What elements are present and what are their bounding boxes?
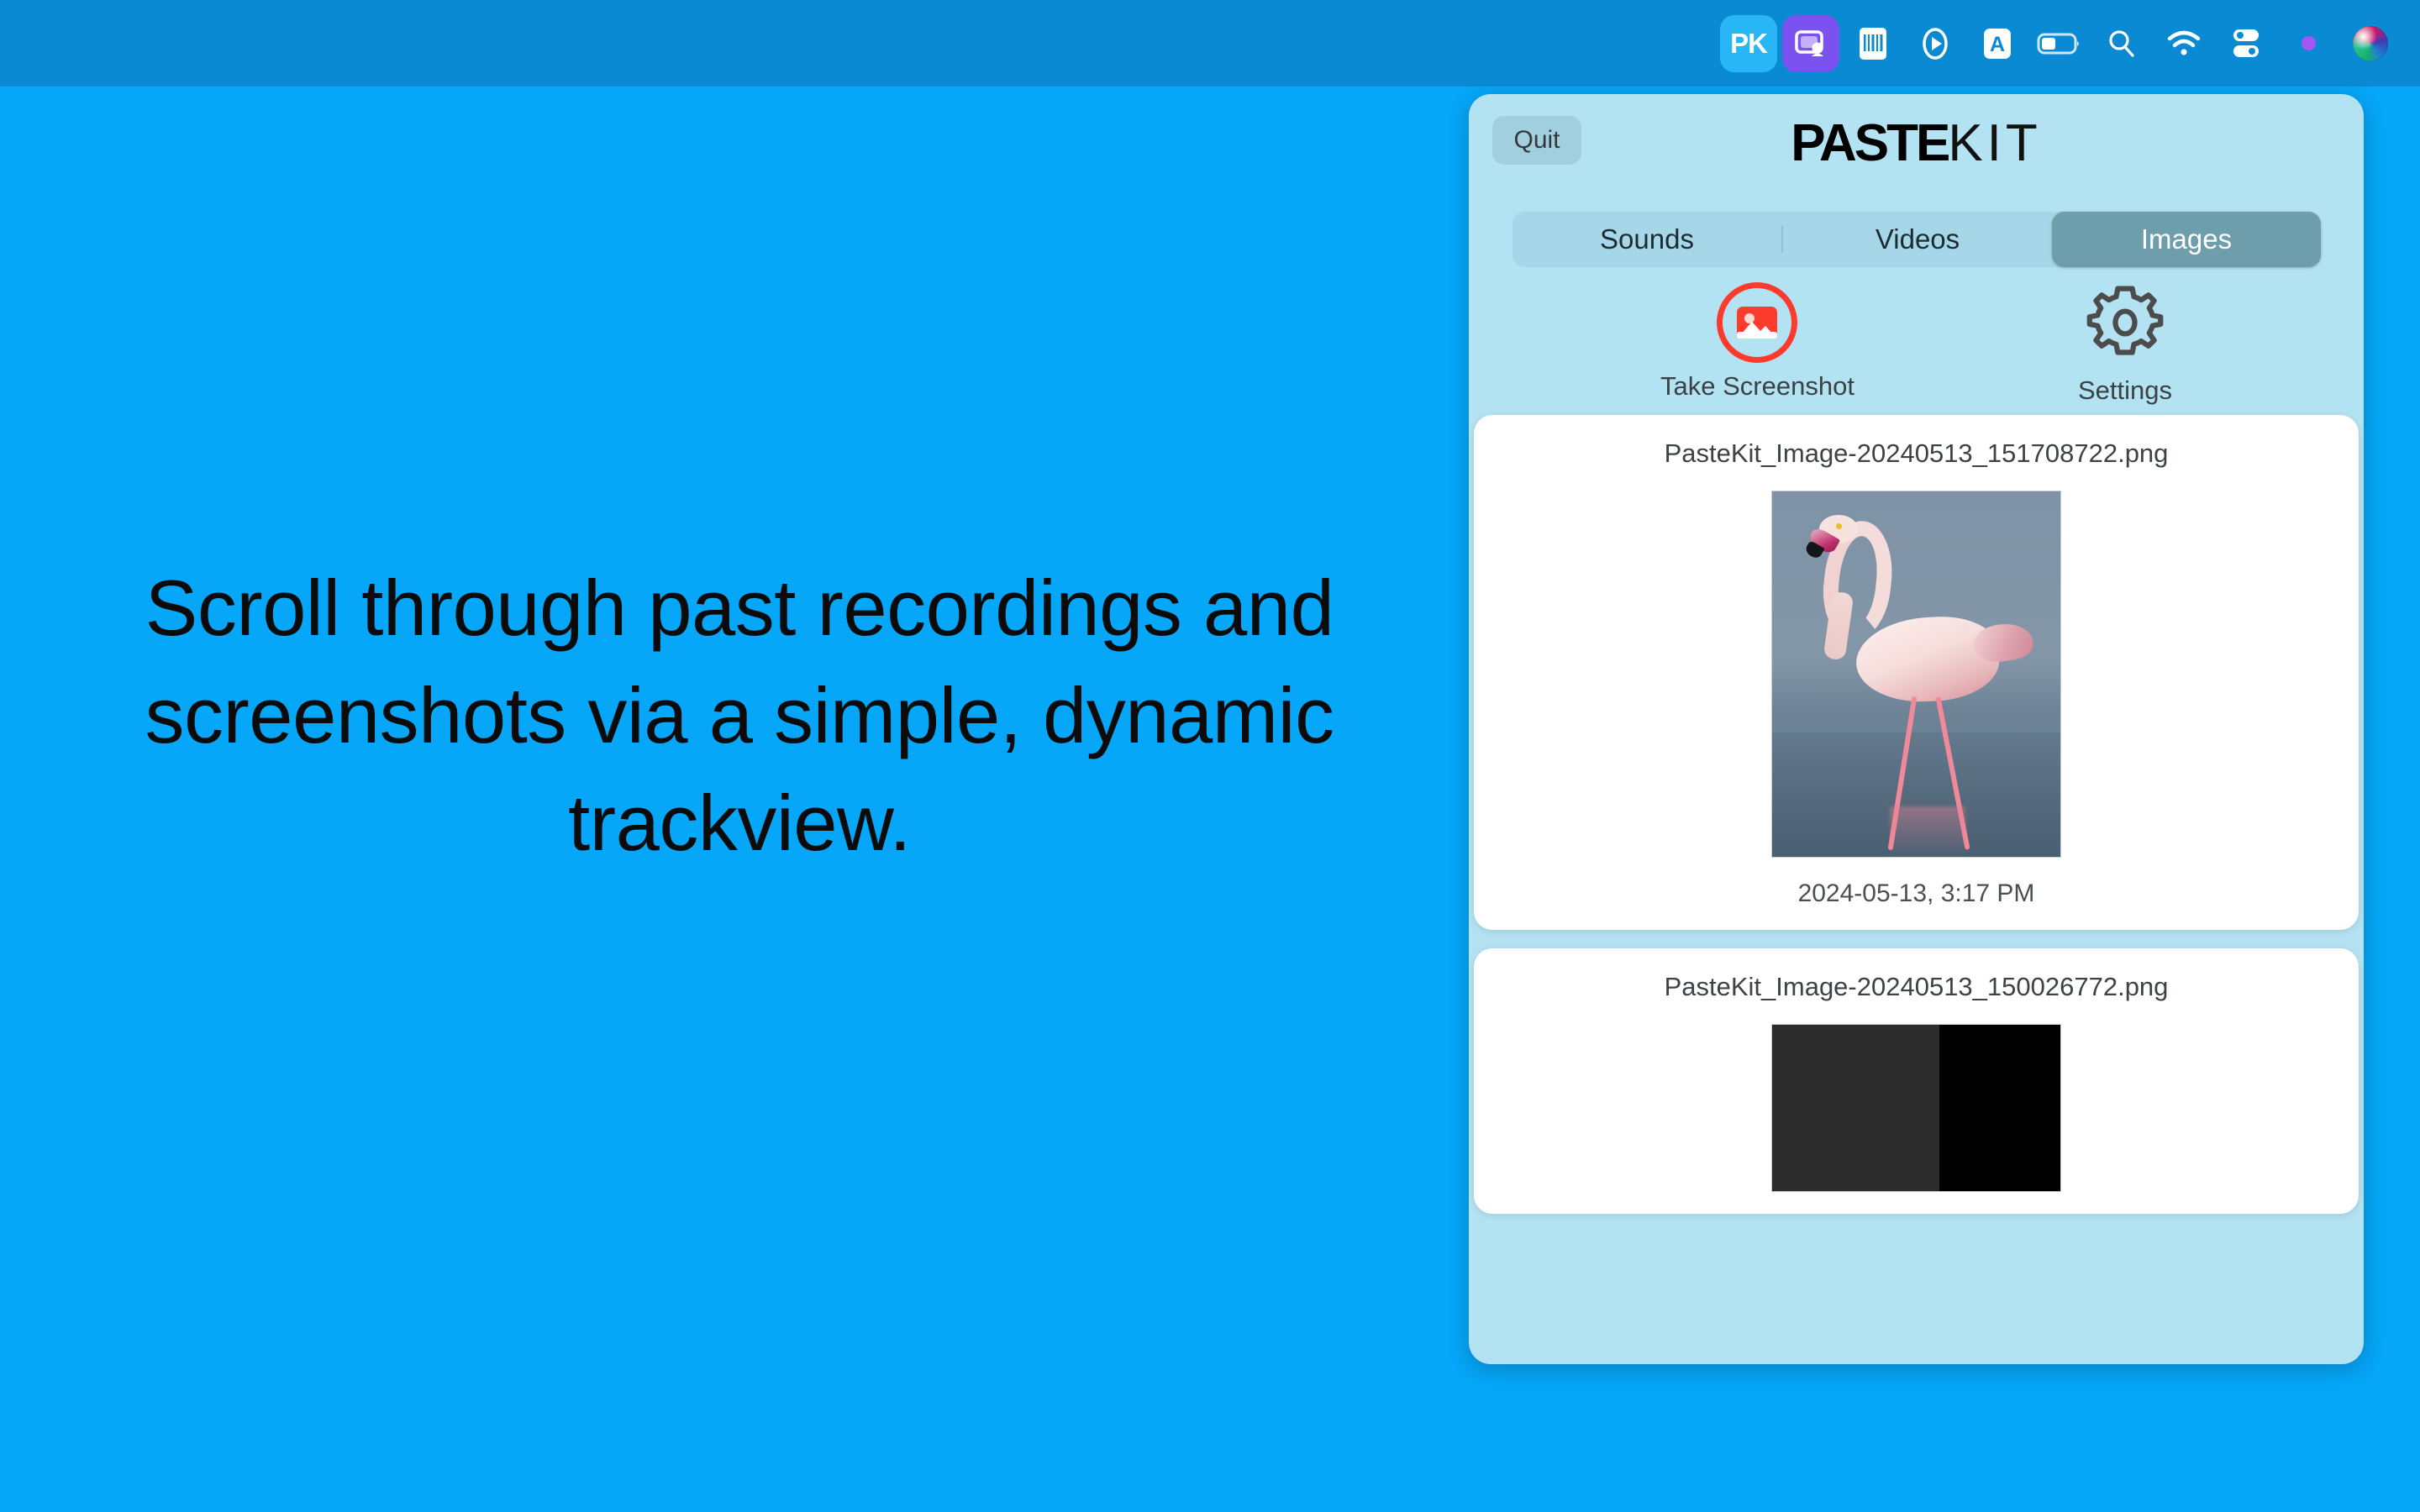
menubar-item-play[interactable] bbox=[1904, 13, 1966, 74]
menubar-item-control-center[interactable] bbox=[2215, 13, 2277, 74]
menubar-item-screen-share[interactable] bbox=[1780, 13, 1842, 74]
menubar-item-text-input[interactable]: A bbox=[1966, 13, 2028, 74]
brand-thin-text: KIT bbox=[1948, 114, 2042, 172]
play-circle-icon[interactable] bbox=[1918, 26, 1952, 61]
menubar-item-search[interactable] bbox=[2091, 13, 2153, 74]
item-filename: PasteKit_Image-20240513_151708722.png bbox=[1664, 438, 2169, 468]
search-icon[interactable] bbox=[2106, 28, 2138, 60]
screen-share-icon[interactable] bbox=[1782, 14, 1839, 72]
media-list[interactable]: PasteKit_Image-20240513_151708722.png 20… bbox=[1469, 415, 2364, 1364]
menubar-item-recording-dot[interactable] bbox=[2277, 13, 2339, 74]
menubar-item-battery[interactable] bbox=[2028, 13, 2091, 74]
siri-orb-icon[interactable] bbox=[2353, 25, 2388, 61]
tab-sounds[interactable]: Sounds bbox=[1512, 212, 1781, 267]
dark-screenshot-right-pane bbox=[1939, 1025, 2060, 1191]
list-item[interactable]: PasteKit_Image-20240513_150026772.png bbox=[1474, 948, 2359, 1214]
recording-dot bbox=[2301, 36, 2316, 50]
battery-icon[interactable] bbox=[2037, 31, 2082, 56]
flamingo-reflection bbox=[1890, 806, 1965, 857]
wifi-icon[interactable] bbox=[2166, 29, 2202, 58]
take-screenshot-button[interactable]: Take Screenshot bbox=[1660, 282, 1854, 406]
item-thumbnail-wrap bbox=[1474, 1024, 2359, 1192]
panel-actions: Take Screenshot Settings bbox=[1469, 282, 2364, 406]
item-thumbnail-wrap bbox=[1474, 491, 2359, 858]
content-type-tabs: Sounds Videos Images bbox=[1512, 212, 2321, 267]
gear-icon bbox=[2085, 282, 2165, 367]
flamingo-eye bbox=[1836, 523, 1842, 529]
menubar-item-barcode[interactable] bbox=[1842, 13, 1904, 74]
app-brand-title: PASTEKIT bbox=[1469, 118, 2364, 170]
menubar-item-pastekit[interactable]: PK bbox=[1718, 13, 1780, 74]
flamingo-photo-thumbnail[interactable] bbox=[1771, 491, 2061, 858]
tab-videos[interactable]: Videos bbox=[1783, 212, 2052, 267]
text-input-icon[interactable]: A bbox=[1981, 27, 2013, 60]
menubar-item-siri[interactable] bbox=[2339, 13, 2402, 74]
take-screenshot-label: Take Screenshot bbox=[1660, 371, 1854, 401]
tab-images[interactable]: Images bbox=[2052, 212, 2321, 267]
settings-button[interactable]: Settings bbox=[2078, 282, 2172, 406]
item-filename: PasteKit_Image-20240513_150026772.png bbox=[1664, 972, 2169, 1001]
image-in-circle-icon bbox=[1717, 282, 1798, 363]
item-timestamp: 2024-05-13, 3:17 PM bbox=[1797, 879, 2035, 907]
pastekit-menubar-icon[interactable]: PK bbox=[1720, 14, 1777, 72]
dark-screenshot-left-pane bbox=[1772, 1025, 1939, 1191]
dark-screenshot-thumbnail[interactable] bbox=[1771, 1024, 2061, 1192]
list-item[interactable]: PasteKit_Image-20240513_151708722.png 20… bbox=[1474, 415, 2359, 930]
svg-text:A: A bbox=[1990, 33, 2005, 56]
barcode-icon[interactable] bbox=[1857, 26, 1889, 61]
macos-menu-bar: PK A bbox=[0, 0, 2420, 87]
hero-headline: Scroll through past recordings and scree… bbox=[145, 564, 1334, 867]
menubar-item-wifi[interactable] bbox=[2153, 13, 2215, 74]
control-center-icon[interactable] bbox=[2231, 27, 2261, 60]
settings-label: Settings bbox=[2077, 375, 2172, 405]
panel-header: Quit PASTEKIT Sounds Videos Images bbox=[1469, 94, 2364, 279]
pastekit-panel: Quit PASTEKIT Sounds Videos Images Take … bbox=[1469, 94, 2364, 1364]
brand-bold-text: PASTE bbox=[1791, 114, 1950, 172]
pastekit-menubar-label: PK bbox=[1730, 27, 1768, 59]
